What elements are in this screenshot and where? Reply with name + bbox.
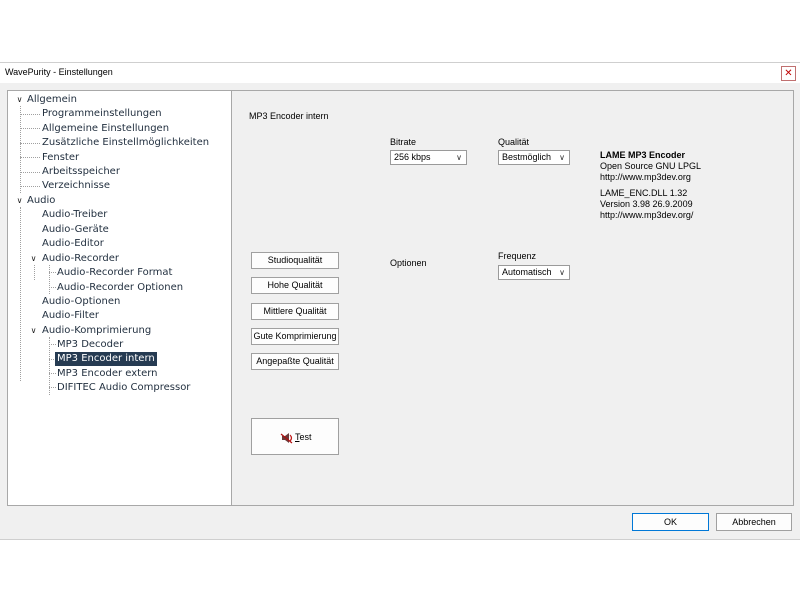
chevron-down-icon[interactable]: ∨: [29, 326, 38, 335]
encoder-version: Version 3.98 26.9.2009: [600, 199, 693, 209]
settings-window: WavePurity - Einstellungen ✕ ∨ ∨ ∨ ∨ All…: [0, 62, 800, 540]
tree-guide: [49, 287, 56, 288]
encoder-license: Open Source GNU LPGL: [600, 161, 702, 171]
tree-item-selected[interactable]: MP3 Encoder intern: [55, 352, 157, 366]
tree-guide: [20, 207, 21, 381]
tree-item[interactable]: Audio-Treiber: [42, 208, 107, 222]
close-icon[interactable]: ✕: [781, 66, 796, 81]
tree-guide: [20, 106, 21, 193]
tree-item[interactable]: MP3 Encoder extern: [57, 367, 158, 381]
tree-item[interactable]: Audio-Recorder Format: [57, 266, 172, 280]
chevron-down-icon: ∨: [559, 268, 565, 277]
tree-item[interactable]: Audio-Komprimierung: [42, 324, 151, 338]
tree-guide: [20, 186, 40, 187]
tree-item[interactable]: Audio-Recorder Optionen: [57, 281, 183, 295]
chevron-down-icon[interactable]: ∨: [29, 254, 38, 263]
encoder-url-2: http://www.mp3dev.org/: [600, 210, 694, 220]
ok-button[interactable]: OK: [632, 513, 709, 531]
window-title: WavePurity - Einstellungen: [5, 67, 113, 77]
tree-guide: [49, 373, 56, 374]
tree-item[interactable]: Audio-Recorder: [42, 252, 119, 266]
tree-guide: [49, 265, 50, 294]
tree-guide: [49, 387, 56, 388]
chevron-down-icon[interactable]: ∨: [15, 95, 24, 104]
tree-guide: [20, 157, 40, 158]
bitrate-label: Bitrate: [390, 137, 417, 147]
encoder-url: http://www.mp3dev.org: [600, 172, 691, 182]
preset-custom-button[interactable]: Angepaßte Qualität: [251, 353, 339, 370]
chevron-down-icon[interactable]: ∨: [15, 196, 24, 205]
encoder-dll: LAME_ENC.DLL 1.32: [600, 188, 688, 198]
tree-item[interactable]: Arbeitsspeicher: [42, 165, 120, 179]
chevron-down-icon: ∨: [559, 153, 565, 162]
chevron-down-icon: ∨: [456, 153, 462, 162]
frequency-value: Automatisch: [502, 267, 552, 277]
cancel-button[interactable]: Abbrechen: [716, 513, 792, 531]
tree-item[interactable]: Audio-Optionen: [42, 295, 120, 309]
settings-tree[interactable]: ∨ ∨ ∨ ∨ Allgemein Programmeinstellungen …: [7, 90, 232, 506]
tree-item[interactable]: Allgemeine Einstellungen: [42, 122, 169, 136]
tree-guide: [20, 114, 40, 115]
options-label: Optionen: [390, 258, 427, 268]
tree-guide: [20, 172, 40, 173]
tree-guide: [20, 128, 40, 129]
tree-item-audio[interactable]: Audio: [27, 194, 55, 208]
quality-value: Bestmöglich: [502, 152, 552, 162]
settings-panel: MP3 Encoder intern Bitrate 256 kbps ∨ Qu…: [231, 90, 794, 506]
title-bar: WavePurity - Einstellungen ✕: [0, 63, 800, 83]
tree-item[interactable]: Programmeinstellungen: [42, 107, 162, 121]
tree-item[interactable]: Audio-Editor: [42, 237, 104, 251]
bitrate-select[interactable]: 256 kbps ∨: [390, 150, 467, 165]
test-button[interactable]: Test: [251, 418, 339, 455]
encoder-name: LAME MP3 Encoder: [600, 150, 686, 160]
speaker-icon: [280, 433, 293, 444]
preset-studio-button[interactable]: Studioqualität: [251, 252, 339, 269]
frequency-label: Frequenz: [498, 251, 537, 261]
tree-guide: [49, 344, 56, 345]
preset-compression-button[interactable]: Gute Komprimierung: [251, 328, 339, 345]
preset-high-button[interactable]: Hohe Qualität: [251, 277, 339, 294]
tree-item[interactable]: DIFITEC Audio Compressor: [57, 381, 190, 395]
tree-item[interactable]: MP3 Decoder: [57, 338, 123, 352]
tree-guide: [49, 272, 56, 273]
tree-item[interactable]: Audio-Filter: [42, 309, 99, 323]
bitrate-value: 256 kbps: [394, 152, 431, 162]
tree-guide: [34, 265, 35, 280]
tree-item-allgemein[interactable]: Allgemein: [27, 93, 77, 107]
tree-item[interactable]: Fenster: [42, 151, 79, 165]
frequency-select[interactable]: Automatisch ∨: [498, 265, 570, 280]
test-label: Test: [295, 432, 312, 442]
preset-medium-button[interactable]: Mittlere Qualität: [251, 303, 339, 320]
tree-item[interactable]: Verzeichnisse: [42, 179, 110, 193]
quality-select[interactable]: Bestmöglich ∨: [498, 150, 570, 165]
section-title: MP3 Encoder intern: [249, 111, 329, 121]
tree-guide: [20, 143, 40, 144]
tree-item[interactable]: Audio-Geräte: [42, 223, 109, 237]
tree-item[interactable]: Zusätzliche Einstellmöglichkeiten: [42, 136, 209, 150]
quality-label: Qualität: [498, 137, 530, 147]
